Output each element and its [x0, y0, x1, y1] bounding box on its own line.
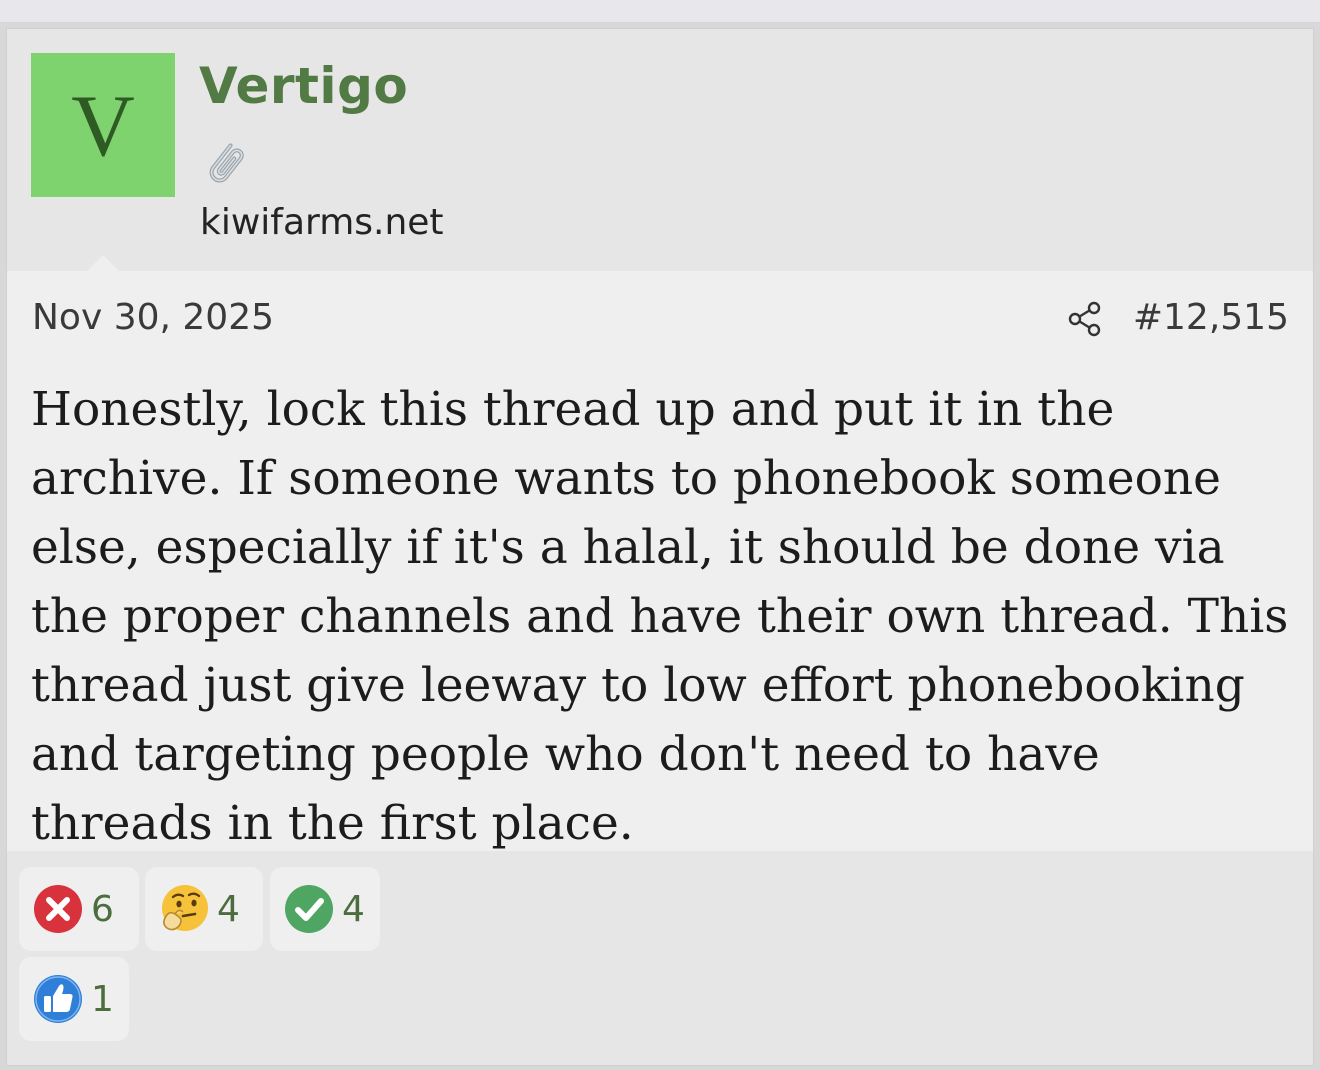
thinking-face-icon — [159, 884, 209, 934]
green-check-icon — [284, 884, 334, 934]
user-site: kiwifarms.net — [200, 202, 444, 243]
share-icon[interactable] — [1065, 299, 1105, 339]
user-header: V Vertigo kiwifarms.net — [7, 29, 1313, 271]
username[interactable]: Vertigo — [199, 59, 408, 114]
reaction-count: 6 — [91, 888, 114, 930]
forum-post: V Vertigo kiwifarms.net Nov 30, 2025 #12… — [6, 28, 1314, 1066]
reaction-like[interactable]: 1 — [19, 957, 129, 1041]
post-meta: Nov 30, 2025 #12,515 — [7, 295, 1313, 347]
post-number[interactable]: #12,515 — [1133, 297, 1289, 338]
post-date[interactable]: Nov 30, 2025 — [32, 297, 274, 338]
thumbs-up-icon — [33, 974, 83, 1024]
reaction-disagree[interactable]: 6 — [19, 867, 139, 951]
reaction-count: 1 — [91, 978, 114, 1020]
top-strip — [0, 0, 1320, 23]
header-pointer — [87, 255, 119, 271]
paperclip-icon — [199, 137, 255, 189]
red-x-icon — [33, 884, 83, 934]
reaction-thinking[interactable]: 4 — [145, 867, 263, 951]
reactions-bar: 6 4 4 1 — [7, 851, 1313, 1065]
avatar-letter: V — [71, 78, 135, 175]
reaction-count: 4 — [342, 888, 365, 930]
post-body: Honestly, lock this thread up and put it… — [31, 382, 1289, 851]
reaction-agree[interactable]: 4 — [270, 867, 380, 951]
reaction-count: 4 — [217, 888, 240, 930]
avatar[interactable]: V — [31, 53, 175, 197]
